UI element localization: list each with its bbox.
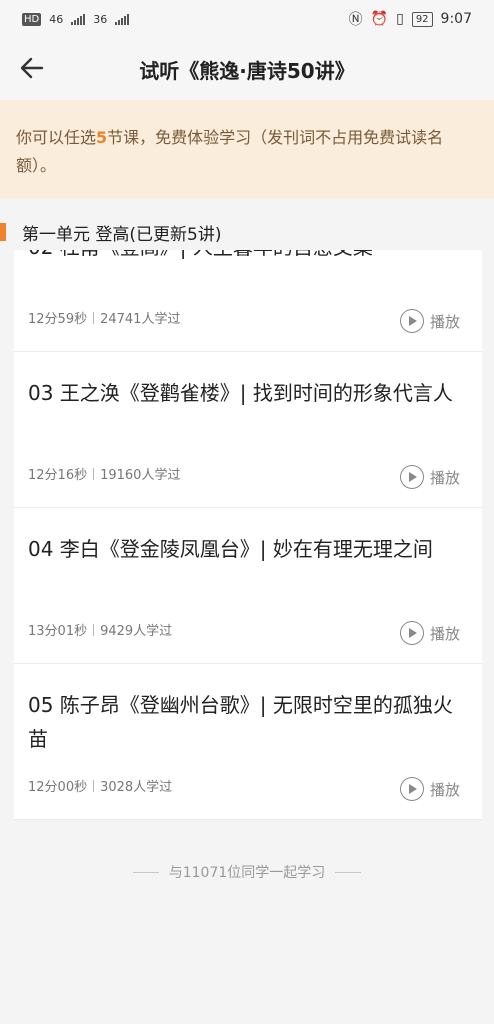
clock: 9:07 xyxy=(440,11,472,27)
lesson-card[interactable]: 05 陈子昂《登幽州台歌》| 无限时空里的孤独火苗 12分00秒 3028人学过… xyxy=(14,664,482,820)
lesson-meta: 12分59秒 24741人学过 xyxy=(28,308,180,327)
lesson-learners: 24741人学过 xyxy=(100,312,181,327)
free-trial-notice: 你可以任选5节课，免费体验学习（发刊词不占用免费试读名额）。 xyxy=(0,100,494,198)
play-button[interactable]: 播放 xyxy=(399,309,460,333)
play-button[interactable]: 播放 xyxy=(399,465,460,489)
notice-text-pre: 你可以任选 xyxy=(16,128,97,147)
nav-bar: 试听《熊逸·唐诗50讲》 xyxy=(0,38,494,100)
lesson-title: 05 陈子昂《登幽州台歌》| 无限时空里的孤独火苗 xyxy=(28,693,453,751)
meta-divider xyxy=(93,779,95,792)
lesson-card[interactable]: 03 王之涣《登鹳雀楼》| 找到时间的形象代言人 12分16秒 19160人学过… xyxy=(14,352,482,508)
signal-icon xyxy=(71,13,86,25)
lesson-meta: 12分16秒 19160人学过 xyxy=(28,464,180,483)
lesson-meta: 12分00秒 3028人学过 xyxy=(28,776,172,795)
unit-accent-bar xyxy=(0,223,6,241)
lesson-title: 04 李白《登金陵凤凰台》| 妙在有理无理之间 xyxy=(28,537,433,561)
notice-count: 5 xyxy=(96,128,108,147)
play-button[interactable]: 播放 xyxy=(399,777,460,801)
page-title: 试听《熊逸·唐诗50讲》 xyxy=(139,58,355,83)
battery-icon: 92 xyxy=(411,11,433,27)
status-right: Ⓝ ⏰ ▯ 92 9:07 xyxy=(349,9,472,29)
nfc-icon: Ⓝ xyxy=(348,12,363,28)
alarm-icon: ⏰ xyxy=(370,11,389,27)
lesson-learners: 9429人学过 xyxy=(100,624,173,639)
unit-header: 第一单元 登高(已更新5讲) xyxy=(0,214,494,250)
play-icon xyxy=(399,777,424,801)
meta-divider xyxy=(93,467,95,480)
unit-title: 第一单元 登高(已更新5讲) xyxy=(22,224,222,245)
arrow-left-icon xyxy=(20,57,44,79)
play-label: 播放 xyxy=(429,780,460,799)
lesson-card[interactable]: 04 李白《登金陵凤凰台》| 妙在有理无理之间 13分01秒 9429人学过 播… xyxy=(14,508,482,664)
lesson-duration: 12分00秒 xyxy=(28,780,88,795)
lesson-list[interactable]: 02 杜甫《登高》| 人生暮年的自感交集 12分59秒 24741人学过 播放 … xyxy=(14,250,482,820)
lesson-card[interactable]: 02 杜甫《登高》| 人生暮年的自感交集 12分59秒 24741人学过 播放 xyxy=(14,250,482,352)
lesson-list-inner: 02 杜甫《登高》| 人生暮年的自感交集 12分59秒 24741人学过 播放 … xyxy=(14,250,482,820)
back-button[interactable] xyxy=(16,50,48,86)
lesson-duration: 13分01秒 xyxy=(28,624,88,639)
footer-divider-right xyxy=(335,871,362,873)
meta-divider xyxy=(93,623,95,636)
signal-icon-2 xyxy=(115,13,130,25)
network-46-label: 46 xyxy=(49,12,64,26)
lesson-title: 02 杜甫《登高》| 人生暮年的自感交集 xyxy=(28,250,468,264)
play-icon xyxy=(399,465,424,489)
learners-footer: 与11071位同学一起学习 xyxy=(0,862,494,882)
lesson-duration: 12分59秒 xyxy=(28,312,88,327)
vibrate-icon: ▯ xyxy=(396,11,404,27)
lesson-meta: 13分01秒 9429人学过 xyxy=(28,620,172,639)
network-36-label: 36 xyxy=(93,12,108,26)
status-left: HD 46 36 xyxy=(22,12,130,26)
lesson-title: 03 王之涣《登鹳雀楼》| 找到时间的形象代言人 xyxy=(28,381,453,405)
status-bar: HD 46 36 Ⓝ ⏰ ▯ 92 9:07 xyxy=(0,0,494,38)
play-icon xyxy=(399,309,424,333)
play-label: 播放 xyxy=(429,312,460,331)
lesson-learners: 3028人学过 xyxy=(100,780,173,795)
hd-icon: HD xyxy=(22,12,42,26)
lesson-learners: 19160人学过 xyxy=(100,468,181,483)
play-label: 播放 xyxy=(429,468,460,487)
play-label: 播放 xyxy=(429,624,460,643)
meta-divider xyxy=(93,311,95,324)
play-button[interactable]: 播放 xyxy=(399,621,460,645)
footer-divider-left xyxy=(132,871,159,873)
lesson-duration: 12分16秒 xyxy=(28,468,88,483)
footer-text: 与11071位同学一起学习 xyxy=(168,865,326,881)
play-icon xyxy=(399,621,424,645)
